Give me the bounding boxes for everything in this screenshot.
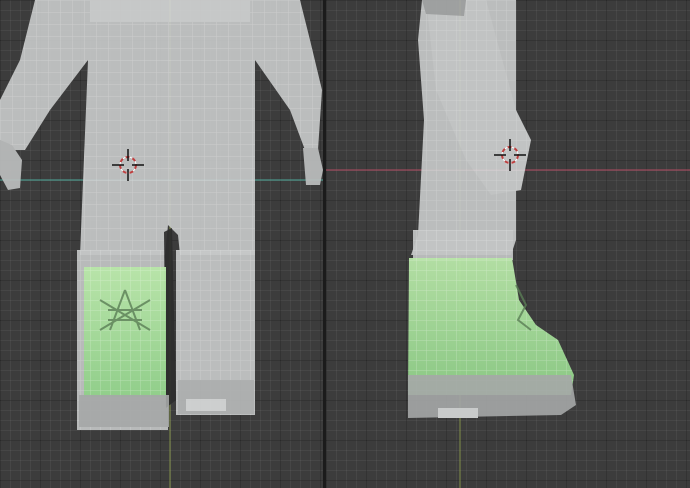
selected-boot-mesh[interactable] bbox=[79, 267, 169, 427]
leg-side-mesh[interactable] bbox=[413, 230, 513, 260]
side-scene bbox=[326, 0, 690, 488]
body-side-mesh[interactable] bbox=[411, 0, 531, 255]
body-mesh[interactable] bbox=[0, 0, 323, 255]
viewport-side[interactable] bbox=[326, 0, 690, 488]
viewport-front[interactable] bbox=[0, 0, 323, 488]
selected-boot-side-mesh[interactable] bbox=[408, 258, 576, 418]
front-scene bbox=[0, 0, 323, 488]
